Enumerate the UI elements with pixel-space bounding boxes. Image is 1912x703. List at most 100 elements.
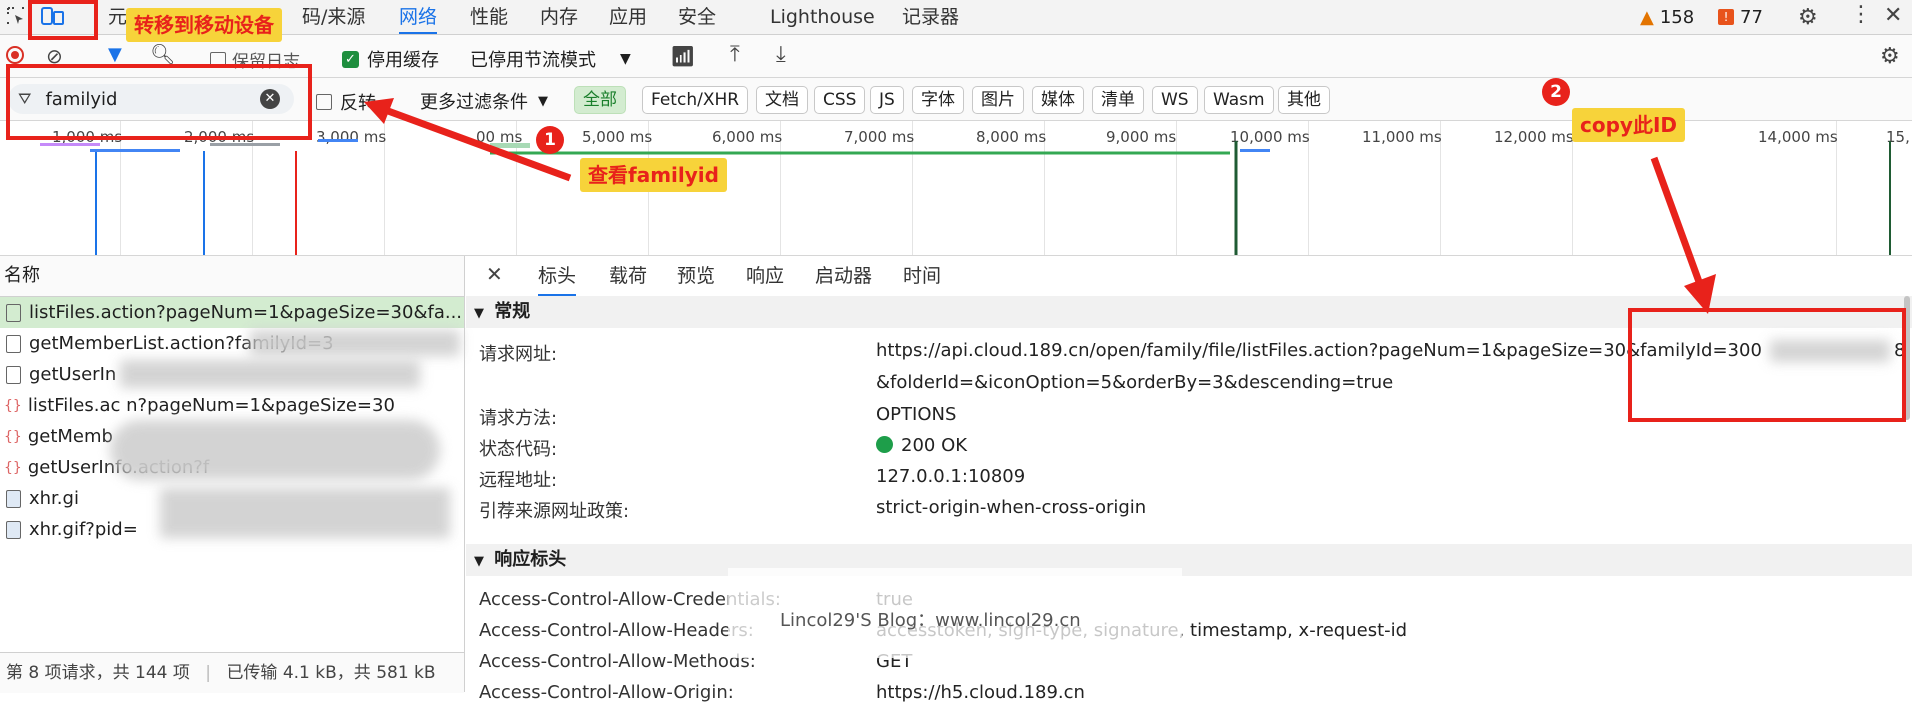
tab-network[interactable]: 网络 (399, 0, 438, 34)
tab-lighthouse[interactable]: Lighthouse (770, 0, 875, 34)
chip-wasm[interactable]: Wasm (1204, 86, 1274, 114)
tab-sources[interactable]: 码/来源 (302, 0, 365, 34)
tab-recorder[interactable]: 记录器 (902, 0, 959, 34)
warnings-counter[interactable]: ▲ 158 (1640, 6, 1694, 28)
annotation-arrow-2 (1650, 156, 1716, 314)
network-settings-gear-icon[interactable]: ⚙ (1880, 44, 1900, 69)
tab-timing[interactable]: 时间 (903, 256, 941, 296)
status-ok-icon (876, 436, 893, 453)
chip-fetch-xhr[interactable]: Fetch/XHR (642, 86, 749, 114)
header-key: Access-Control-Allow-Methods: (479, 651, 756, 672)
document-icon (6, 366, 21, 384)
chip-doc[interactable]: 文档 (756, 86, 808, 114)
request-name: getUserIn (29, 364, 117, 385)
chip-ws[interactable]: WS (1152, 86, 1198, 114)
issue-icon: ! (1718, 9, 1734, 25)
list-header[interactable]: 名称 (0, 256, 464, 297)
tab-initiator[interactable]: 启动器 (815, 256, 872, 296)
document-icon (6, 304, 21, 322)
transfer-size: 已传输 4.1 kB，共 581 kB (226, 663, 436, 683)
document-icon (6, 335, 21, 353)
header-key: 远程地址: (479, 470, 558, 491)
annotation-box-familyid (1628, 308, 1906, 422)
import-har-icon[interactable]: ⤒ (730, 42, 740, 67)
tab-payload[interactable]: 载荷 (609, 256, 647, 296)
image-icon (6, 490, 21, 508)
search-icon[interactable]: 🔍︎ (150, 42, 175, 66)
annotation-label-view: 查看familyid (580, 158, 727, 192)
tab-elements[interactable]: 元 (108, 0, 127, 34)
tab-security[interactable]: 安全 (678, 0, 716, 34)
disable-cache-label: 停用缓存 (367, 50, 439, 71)
more-options-icon[interactable]: ⋮ (1850, 2, 1872, 27)
request-method-value: OPTIONS (876, 404, 957, 425)
header-key: 请求网址: (479, 344, 558, 365)
tab-response[interactable]: 响应 (746, 256, 784, 296)
status-code-text: 200 OK (901, 435, 968, 456)
throttling-value: 已停用节流模式 (470, 50, 596, 71)
tab-preview[interactable]: 预览 (677, 256, 715, 296)
filter-icon[interactable]: ▼ (108, 44, 122, 65)
network-conditions-icon[interactable]: 📶︎ (670, 44, 695, 68)
header-key: 状态代码: (479, 439, 558, 460)
chip-manifest[interactable]: 清单 (1092, 86, 1144, 114)
remote-address-value: 127.0.0.1:10809 (876, 466, 1026, 487)
name-column-header: 名称 (4, 265, 40, 286)
chip-all[interactable]: 全部 (574, 86, 626, 114)
status-bar: 第 8 项请求，共 144 项 | 已传输 4.1 kB，共 581 kB (0, 652, 464, 693)
tab-headers[interactable]: 标头 (538, 256, 577, 296)
close-devtools-icon[interactable]: ✕ (1884, 3, 1902, 28)
request-count: 第 8 项请求，共 144 项 (6, 663, 190, 683)
annotation-badge-2: 2 (1542, 78, 1570, 106)
annotation-box-device (28, 0, 98, 40)
request-url-value-cont: &folderId=&iconOption=5&orderBy=3&descen… (876, 372, 1394, 393)
inspect-element-icon[interactable] (6, 6, 26, 26)
issues-count: 77 (1740, 6, 1763, 28)
status-code-value: 200 OK (876, 435, 967, 456)
tab-performance[interactable]: 性能 (470, 0, 508, 34)
referrer-policy-value: strict-origin-when-cross-origin (876, 497, 1147, 518)
header-key: 引荐来源网址政策: (479, 501, 630, 522)
request-name: getMemb (27, 426, 113, 447)
chip-img[interactable]: 图片 (972, 86, 1024, 114)
request-name: listFiles.ac n?pageNum=1&pageSize=30 (27, 395, 395, 416)
list-item[interactable]: listFiles.action?pageNum=1&pageSize=30&f… (0, 297, 464, 328)
tab-application[interactable]: 应用 (609, 0, 647, 34)
disable-cache-checkbox[interactable]: ✓ 停用缓存 (342, 46, 439, 72)
image-icon (6, 521, 21, 539)
annotation-label-copy: copy此ID (1572, 108, 1685, 142)
fetch-icon: {} (4, 428, 22, 445)
chevron-down-icon: ▼ (620, 51, 631, 67)
throttling-select[interactable]: 已停用节流模式 ▼ (470, 46, 631, 72)
header-key: Access-Control-Allow-Origin: (479, 682, 734, 703)
chip-other[interactable]: 其他 (1278, 86, 1330, 114)
warnings-count: 158 (1659, 6, 1695, 28)
chevron-down-icon: ▼ (474, 554, 484, 569)
redaction-mark (250, 330, 460, 356)
chip-font[interactable]: 字体 (912, 86, 964, 114)
issues-counter[interactable]: ! 77 (1718, 6, 1763, 28)
chip-media[interactable]: 媒体 (1032, 86, 1084, 114)
warning-icon: ▲ (1640, 6, 1654, 28)
chevron-down-icon: ▼ (474, 306, 484, 321)
header-value: https://h5.cloud.189.cn (876, 682, 1085, 703)
annotation-box-filter (6, 64, 312, 140)
export-har-icon[interactable]: ⤓ (776, 42, 786, 67)
settings-gear-icon[interactable]: ⚙ (1798, 5, 1818, 30)
general-title: 常规 (494, 301, 531, 322)
header-key: 请求方法: (479, 408, 558, 429)
response-headers-section-header[interactable]: ▼ 响应标头 (466, 544, 1912, 576)
fetch-icon: {} (4, 397, 22, 414)
annotation-badge-1: 1 (536, 126, 564, 154)
chip-css[interactable]: CSS (814, 86, 866, 114)
request-name: xhr.gif?pid= (29, 519, 138, 540)
redaction-mark (120, 360, 420, 388)
watermark-text: Lincol29'S Blog：www.lincol29.cn (780, 610, 1081, 631)
fetch-icon: {} (4, 459, 22, 476)
close-detail-icon[interactable]: ✕ (486, 262, 503, 286)
chip-js[interactable]: JS (870, 86, 904, 114)
record-icon[interactable] (6, 46, 24, 64)
tab-memory[interactable]: 内存 (540, 0, 578, 34)
redaction-mark (110, 420, 440, 480)
list-item[interactable]: {} listFiles.ac n?pageNum=1&pageSize=30 (0, 390, 464, 421)
